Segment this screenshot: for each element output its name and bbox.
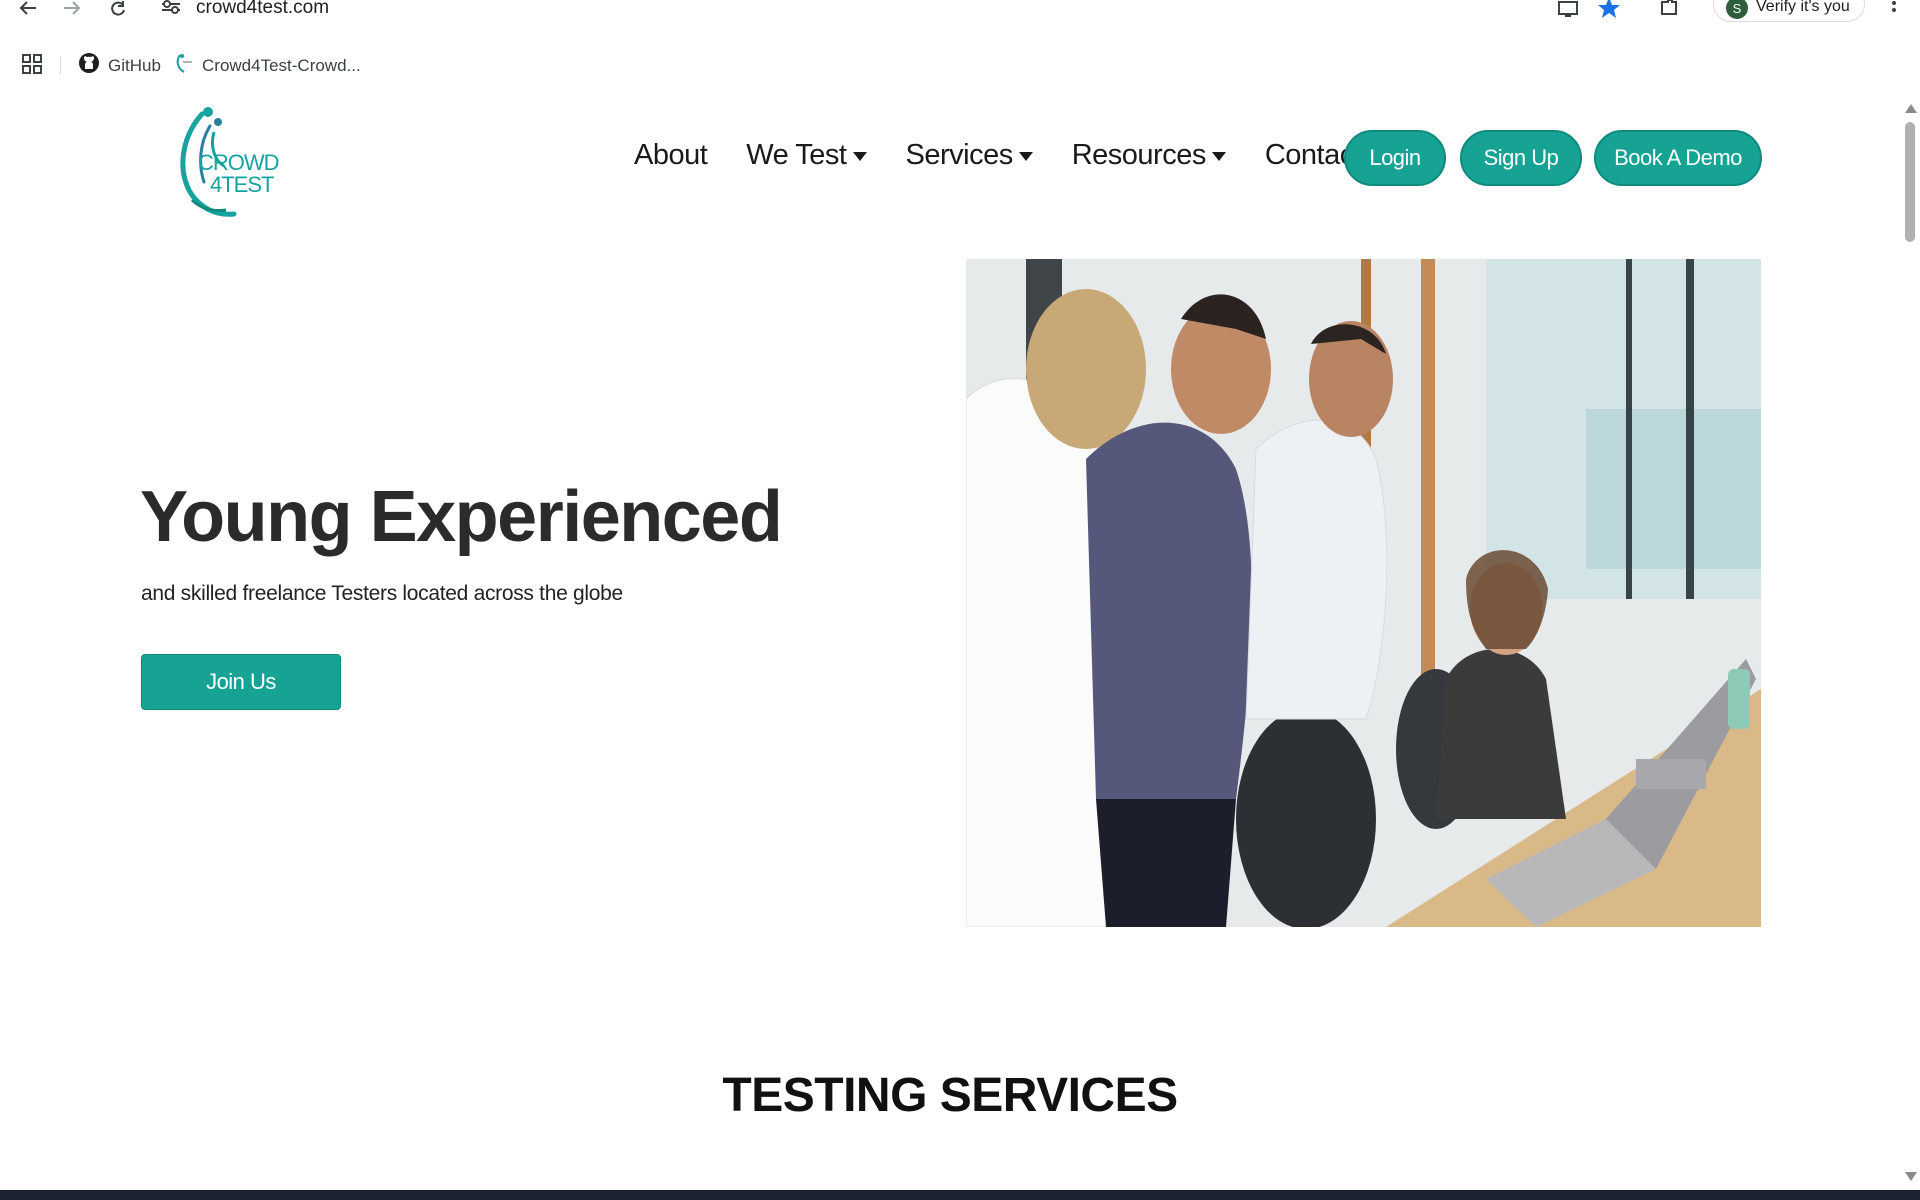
site-info-icon[interactable] bbox=[160, 0, 182, 14]
caret-down-icon bbox=[852, 152, 867, 161]
taskbar-edge bbox=[0, 1190, 1920, 1200]
nav-services[interactable]: Services bbox=[906, 139, 1033, 172]
page-scrollbar[interactable] bbox=[1900, 96, 1920, 1190]
site-header: CROWD 4TEST About We Test Services Resou… bbox=[0, 96, 1900, 226]
forward-arrow-icon[interactable] bbox=[60, 0, 84, 18]
main-nav: About We Test Services Resources Contact bbox=[634, 139, 1400, 172]
nav-resources[interactable]: Resources bbox=[1072, 139, 1226, 172]
join-us-button[interactable]: Join Us bbox=[141, 654, 341, 710]
nav-services-label: Services bbox=[905, 139, 1014, 171]
nav-about[interactable]: About bbox=[634, 139, 708, 172]
cast-icon[interactable] bbox=[1556, 0, 1580, 18]
nav-resources-label: Resources bbox=[1071, 139, 1207, 171]
hero-subtitle: and skilled freelance Testers located ac… bbox=[141, 582, 623, 605]
github-icon bbox=[78, 52, 100, 79]
apps-grid-icon[interactable] bbox=[22, 54, 42, 74]
scroll-thumb[interactable] bbox=[1905, 122, 1915, 242]
bookmark-crowd4test[interactable]: Crowd4Test-Crowd... bbox=[174, 52, 361, 79]
scroll-down-arrow-icon[interactable] bbox=[1905, 1172, 1917, 1181]
profile-chip[interactable]: S Verify it's you bbox=[1713, 0, 1865, 22]
browser-toolbar: crowd4test.com S Verify it's you bbox=[0, 0, 1920, 30]
crowd4test-favicon bbox=[174, 52, 194, 79]
extensions-icon[interactable] bbox=[1656, 0, 1682, 18]
bookmark-star-icon[interactable] bbox=[1596, 0, 1622, 18]
logo-wordmark: CROWD 4TEST bbox=[198, 150, 280, 197]
bookmark-github[interactable]: GitHub bbox=[78, 52, 161, 79]
reload-icon[interactable] bbox=[106, 0, 130, 18]
profile-avatar: S bbox=[1726, 0, 1748, 19]
signup-button[interactable]: Sign Up bbox=[1460, 130, 1582, 186]
nav-we-test-label: We Test bbox=[746, 139, 847, 171]
testing-services-heading: TESTING SERVICES bbox=[722, 1069, 1178, 1122]
bookmark-label: GitHub bbox=[108, 55, 161, 75]
logo-line-crowd: CROWD bbox=[198, 150, 280, 175]
bookmarks-bar: GitHub Crowd4Test-Crowd... bbox=[0, 44, 1920, 80]
hero-team-photo bbox=[966, 259, 1761, 927]
login-button[interactable]: Login bbox=[1344, 130, 1446, 186]
hero-title: Young Experienced bbox=[140, 477, 783, 557]
scroll-up-arrow-icon[interactable] bbox=[1905, 104, 1917, 113]
profile-label: Verify it's you bbox=[1756, 0, 1850, 15]
crowd4test-logo[interactable]: CROWD 4TEST bbox=[170, 102, 290, 222]
back-arrow-icon[interactable] bbox=[16, 0, 40, 18]
bookmark-label: Crowd4Test-Crowd... bbox=[202, 55, 361, 75]
caret-down-icon bbox=[1018, 152, 1033, 161]
nav-about-label: About bbox=[634, 139, 708, 171]
book-demo-button[interactable]: Book A Demo bbox=[1594, 130, 1762, 186]
nav-we-test[interactable]: We Test bbox=[746, 139, 867, 172]
caret-down-icon bbox=[1211, 152, 1226, 161]
bookmark-divider bbox=[60, 56, 61, 74]
logo-line-4test: 4TEST bbox=[210, 172, 274, 197]
address-bar-url[interactable]: crowd4test.com bbox=[196, 0, 329, 19]
more-menu-icon[interactable] bbox=[1884, 0, 1904, 18]
